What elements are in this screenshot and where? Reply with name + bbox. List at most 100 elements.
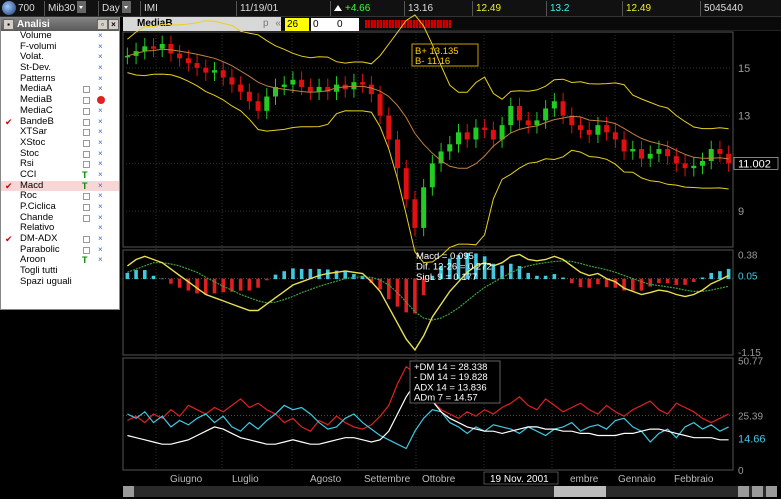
candle-body bbox=[142, 46, 148, 52]
candle-body bbox=[377, 94, 383, 116]
scroll-right-button[interactable] bbox=[738, 486, 749, 497]
macd-histogram-bar bbox=[657, 278, 661, 284]
crosshair-date-label: 19 Nov. 2001 bbox=[490, 474, 549, 485]
macd-histogram-bar bbox=[561, 277, 565, 280]
candle-body bbox=[673, 156, 679, 164]
candle-body bbox=[578, 125, 583, 130]
macd-legend-text: Macd = 0.095 bbox=[416, 251, 474, 262]
macd-histogram-bar bbox=[604, 278, 609, 288]
candle-body bbox=[203, 67, 209, 73]
price-tick-label: 9 bbox=[738, 206, 744, 218]
macd-histogram-bar bbox=[578, 278, 583, 288]
candle-body bbox=[639, 149, 644, 159]
candle-body bbox=[246, 91, 252, 102]
candle-body bbox=[403, 168, 409, 200]
zoom-in-button[interactable] bbox=[766, 486, 777, 497]
candle-body bbox=[691, 165, 697, 169]
macd-histogram-bar bbox=[238, 278, 243, 291]
macd-histogram-bar bbox=[134, 270, 138, 280]
macd-histogram-bar bbox=[535, 275, 539, 280]
month-label: Ottobre bbox=[422, 474, 456, 485]
candle-body bbox=[220, 70, 226, 78]
candle-body bbox=[255, 101, 261, 111]
month-label: Febbraio bbox=[674, 474, 714, 485]
scrollbar-track[interactable] bbox=[123, 486, 773, 497]
scroll-left-button[interactable] bbox=[123, 486, 134, 497]
macd-histogram-bar bbox=[273, 274, 278, 280]
candle-body bbox=[151, 46, 156, 49]
chart-area: B+ 13.135B- 11.16 Macd = 0.095Dif. 12-26… bbox=[122, 14, 779, 497]
candle-body bbox=[612, 132, 618, 140]
candle-body bbox=[368, 84, 374, 95]
scrollbar-thumb[interactable] bbox=[554, 486, 606, 497]
price-tick-label: 15 bbox=[738, 63, 750, 75]
candle-body bbox=[307, 86, 313, 92]
candle-body bbox=[299, 79, 305, 87]
macd-histogram-bar bbox=[299, 268, 304, 280]
candle-body bbox=[229, 77, 235, 85]
macd-histogram-bar bbox=[718, 271, 722, 280]
candle-body bbox=[456, 132, 461, 145]
candle-body bbox=[447, 144, 453, 152]
macd-histogram-bar bbox=[639, 278, 644, 291]
macd-histogram-bar bbox=[674, 278, 679, 285]
candle-body bbox=[185, 58, 191, 64]
candle-body bbox=[595, 125, 601, 135]
candle-body bbox=[212, 70, 217, 73]
macd-histogram-bar bbox=[256, 278, 260, 288]
macd-histogram-bar bbox=[177, 278, 182, 288]
macd-histogram-bar bbox=[543, 275, 548, 280]
dmi-tick-label: 50.77 bbox=[738, 357, 763, 368]
macd-histogram-bar bbox=[508, 263, 513, 280]
candle-body bbox=[386, 115, 392, 140]
band-lower-label: B- 11.16 bbox=[415, 56, 450, 67]
macd-legend-text: Dif. 12-26 = 0.272 bbox=[416, 262, 492, 273]
macd-histogram-bar bbox=[386, 278, 391, 300]
candle-body bbox=[543, 108, 549, 121]
macd-histogram-bar bbox=[648, 278, 653, 287]
candle-body bbox=[412, 199, 418, 228]
candle-body bbox=[473, 127, 479, 140]
macd-histogram-bar bbox=[282, 271, 287, 280]
candle-body bbox=[194, 63, 200, 68]
macd-histogram-bar bbox=[569, 278, 574, 284]
dmi-panel: +DM 14 = 28.338- DM 14 = 19.828ADX 14 = … bbox=[127, 360, 729, 450]
macd-tick-label: 0.05 bbox=[738, 271, 758, 282]
candle-body bbox=[656, 149, 662, 154]
candle-body bbox=[168, 43, 174, 54]
macd-histogram-bar bbox=[160, 278, 165, 280]
macd-histogram-bar bbox=[691, 278, 696, 282]
macd-histogram-bar bbox=[264, 278, 269, 281]
macd-histogram-bar bbox=[526, 272, 531, 280]
candle-body bbox=[708, 149, 714, 161]
candle-body bbox=[621, 139, 627, 152]
macd-histogram-bar bbox=[352, 274, 356, 280]
dmi-legend-text: ADm 7 = 14.57 bbox=[414, 393, 478, 404]
macd-histogram-bar bbox=[726, 268, 731, 280]
macd-histogram-bar bbox=[247, 278, 252, 291]
candle-body bbox=[429, 163, 435, 188]
macd-histogram-bar bbox=[125, 272, 130, 280]
candle-body bbox=[290, 79, 296, 85]
candle-body bbox=[264, 96, 270, 111]
candle-body bbox=[177, 53, 183, 59]
candle-body bbox=[560, 101, 566, 116]
macd-histogram-bar bbox=[413, 278, 417, 314]
horizontal-scrollbar[interactable] bbox=[123, 486, 777, 497]
macd-histogram-bar bbox=[169, 278, 173, 284]
macd-histogram-bar bbox=[665, 278, 670, 284]
zoom-out-button[interactable] bbox=[752, 486, 763, 497]
macd-histogram-bar bbox=[404, 278, 409, 313]
candle-body bbox=[665, 149, 671, 157]
candle-body bbox=[159, 43, 165, 49]
macd-histogram-bar bbox=[596, 278, 600, 285]
candle-body bbox=[351, 82, 357, 90]
macd-histogram-bar bbox=[317, 268, 321, 280]
bollinger-lower-band bbox=[127, 72, 729, 264]
macd-histogram-bar bbox=[552, 274, 557, 280]
candle-body bbox=[700, 161, 705, 166]
candle-body bbox=[647, 153, 653, 159]
candle-body bbox=[525, 120, 531, 126]
candle-body bbox=[421, 187, 427, 228]
candle-body bbox=[124, 55, 130, 58]
